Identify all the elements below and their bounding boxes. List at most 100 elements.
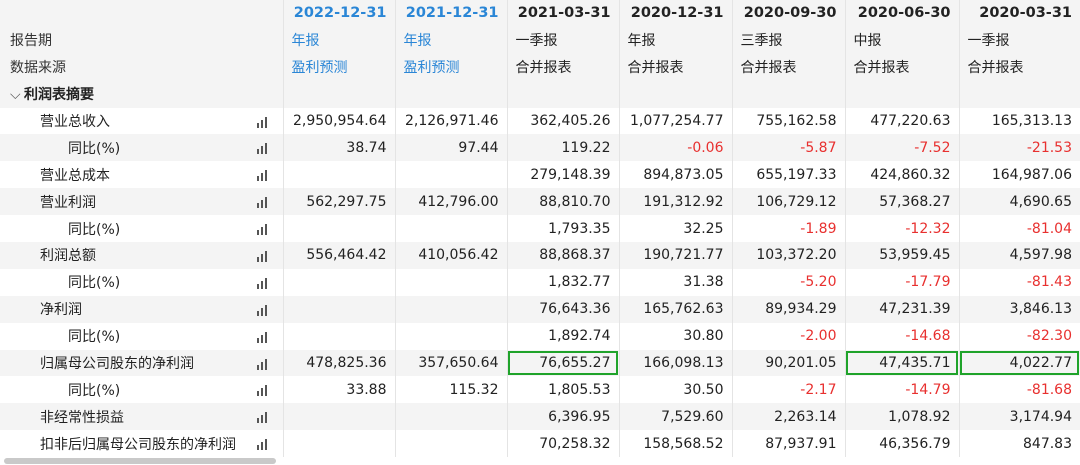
- value-cell: 1,077,254.77: [619, 107, 733, 135]
- value-cell: 47,435.71: [845, 349, 960, 377]
- bar-chart-icon[interactable]: [256, 411, 271, 424]
- value-cell: -81.04: [959, 215, 1080, 243]
- table-row: 同比(%) 33.88 115.32 1,805.53 30.50 -2.17 -14.79…: [0, 376, 1080, 404]
- value-cell: -5.87: [732, 134, 846, 162]
- data-source-row: 数据来源 盈利预测 盈利预测 合并报表 合并报表 合并报表 合并报表 合并报表: [0, 53, 1080, 81]
- row-label: 同比(%): [68, 275, 121, 292]
- period-header[interactable]: 2022-12-31: [283, 0, 396, 27]
- value-cell: 76,643.36: [507, 295, 620, 323]
- table-row: 同比(%) 1,892.74 30.80 -2.00 -14.68 -82.30: [0, 322, 1080, 350]
- period-header[interactable]: 2020-03-31: [959, 0, 1080, 27]
- value-cell: [395, 161, 508, 189]
- bar-chart-icon[interactable]: [256, 169, 271, 182]
- table-row: 归属母公司股东的净利润 478,825.36 357,650.64 76,655.27…: [0, 349, 1080, 377]
- value-cell: 424,860.32: [845, 161, 960, 189]
- value-cell: 88,868.37: [507, 242, 620, 269]
- chevron-down-icon[interactable]: ⌵: [10, 87, 24, 103]
- data-source: 合并报表: [959, 53, 1080, 81]
- value-cell: [283, 403, 396, 431]
- row-label-cell: 营业总成本: [0, 161, 284, 189]
- bar-chart-icon[interactable]: [256, 223, 271, 236]
- bar-chart-icon[interactable]: [256, 142, 271, 155]
- report-type: 一季报: [507, 26, 620, 54]
- data-source: 合并报表: [732, 53, 846, 81]
- bar-chart-icon[interactable]: [256, 250, 271, 263]
- row-label: 同比(%): [68, 140, 121, 157]
- bar-chart-icon[interactable]: [256, 384, 271, 397]
- value-cell: 165,313.13: [959, 107, 1080, 135]
- value-cell: 166,098.13: [619, 349, 733, 377]
- value-cell: 2,126,971.46: [395, 107, 508, 135]
- bar-chart-icon[interactable]: [256, 331, 271, 343]
- value-cell: 655,197.33: [732, 161, 846, 189]
- value-cell: 87,937.91: [732, 430, 846, 458]
- report-period-row: 报告期 年报 年报 一季报 年报 三季报 中报 一季报: [0, 26, 1080, 54]
- value-cell: -14.79: [845, 376, 960, 404]
- bar-chart-icon[interactable]: [256, 438, 271, 451]
- value-cell: -81.68: [959, 376, 1080, 404]
- value-cell: [283, 295, 396, 323]
- value-cell: 119.22: [507, 134, 620, 162]
- value-cell: 97.44: [395, 134, 508, 162]
- bar-chart-icon[interactable]: [256, 116, 271, 128]
- value-cell: 76,655.27: [507, 349, 620, 377]
- value-cell: 562,297.75: [283, 188, 396, 216]
- row-label-cell: 营业总收入: [0, 107, 284, 135]
- value-cell: 32.25: [619, 215, 733, 243]
- value-cell: 106,729.12: [732, 188, 846, 216]
- report-type: 年报: [283, 26, 396, 54]
- value-cell: 31.38: [619, 268, 733, 296]
- period-header[interactable]: 2020-09-30: [732, 0, 846, 27]
- section-header-row[interactable]: ⌵ 利润表摘要: [0, 80, 1080, 108]
- value-cell: 164,987.06: [959, 161, 1080, 189]
- period-header[interactable]: 2020-12-31: [619, 0, 733, 27]
- section-toggle[interactable]: ⌵ 利润表摘要: [0, 80, 284, 108]
- row-label-cell: 同比(%): [0, 268, 284, 296]
- value-cell: 190,721.77: [619, 242, 733, 269]
- value-cell: -2.17: [732, 376, 846, 404]
- table-row: 利润总额 556,464.42 410,056.42 88,868.37 190,721…: [0, 242, 1080, 269]
- row-label-cell: 营业利润: [0, 188, 284, 216]
- report-type: 三季报: [732, 26, 846, 54]
- bar-chart-icon[interactable]: [256, 196, 271, 209]
- value-cell: 57,368.27: [845, 188, 960, 216]
- value-cell: 165,762.63: [619, 295, 733, 323]
- value-cell: 4,690.65: [959, 188, 1080, 216]
- row-label-cell: 净利润: [0, 295, 284, 323]
- period-header[interactable]: 2021-12-31: [395, 0, 508, 27]
- data-source: 盈利预测: [395, 53, 508, 81]
- value-cell: 4,597.98: [959, 242, 1080, 269]
- report-type: 中报: [845, 26, 960, 54]
- value-cell: 894,873.05: [619, 161, 733, 189]
- value-cell: 103,372.20: [732, 242, 846, 269]
- row-label-cell: 同比(%): [0, 215, 284, 243]
- row-label-cell: 非经常性损益: [0, 403, 284, 431]
- period-header[interactable]: 2020-06-30: [845, 0, 960, 27]
- table-row: 同比(%) 1,793.35 32.25 -1.89 -12.32 -81.04: [0, 215, 1080, 243]
- value-cell: 7,529.60: [619, 403, 733, 431]
- row-label-cell: 同比(%): [0, 376, 284, 404]
- period-header-row: 2022-12-31 2021-12-31 2021-03-31 2020-12…: [0, 0, 1080, 27]
- value-cell: 410,056.42: [395, 242, 508, 269]
- row-label: 报告期: [0, 26, 284, 54]
- value-cell: 556,464.42: [283, 242, 396, 269]
- value-cell: 4,022.77: [959, 349, 1080, 377]
- bar-chart-icon[interactable]: [256, 304, 271, 316]
- income-statement-table: 2022-12-31 2021-12-31 2021-03-31 2020-12…: [0, 0, 1080, 458]
- value-cell: -81.43: [959, 268, 1080, 296]
- value-cell: 158,568.52: [619, 430, 733, 458]
- bar-chart-icon[interactable]: [256, 358, 271, 370]
- data-source: 合并报表: [845, 53, 960, 81]
- value-cell: [395, 268, 508, 296]
- value-cell: 6,396.95: [507, 403, 620, 431]
- period-header[interactable]: 2021-03-31: [507, 0, 620, 27]
- row-label: 同比(%): [68, 329, 121, 346]
- value-cell: 412,796.00: [395, 188, 508, 216]
- value-cell: -1.89: [732, 215, 846, 243]
- table-row: 扣非后归属母公司股东的净利润 70,258.32 158,568.52 87,937.…: [0, 430, 1080, 458]
- bar-chart-icon[interactable]: [256, 277, 271, 289]
- scrollbar-thumb[interactable]: [4, 458, 276, 465]
- row-label: 营业总成本: [40, 167, 110, 184]
- row-label-cell: 同比(%): [0, 134, 284, 162]
- value-cell: 1,832.77: [507, 268, 620, 296]
